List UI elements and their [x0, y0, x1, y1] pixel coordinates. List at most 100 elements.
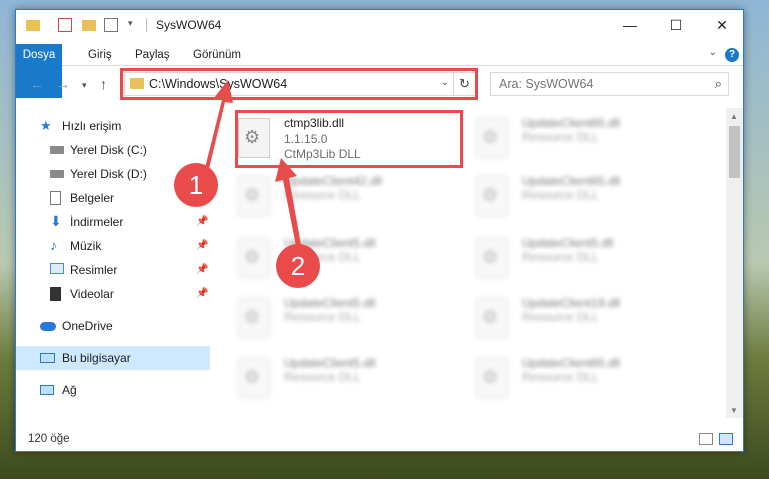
- file-name: UpdateClient5.dll: [522, 236, 614, 250]
- maximize-button[interactable]: ☐: [653, 10, 699, 40]
- file-item[interactable]: UpdateClient19.dll Resource DLL: [450, 292, 680, 346]
- status-bar: 120 öğe: [16, 428, 743, 451]
- sidebar-item-label: Videolar: [70, 287, 114, 301]
- dll-file-icon: [476, 118, 508, 158]
- sidebar-item-onedrive[interactable]: OneDrive: [16, 314, 210, 338]
- sidebar-item-label: Hızlı erişim: [62, 119, 122, 133]
- sidebar-item-label: Yerel Disk (C:): [70, 143, 147, 157]
- dll-file-icon: [476, 358, 508, 398]
- recent-locations-icon[interactable]: ▾: [82, 80, 87, 91]
- quick-access-dropdown-icon[interactable]: ▾: [128, 18, 142, 32]
- drive-icon: [50, 146, 64, 154]
- new-folder-icon[interactable]: [82, 20, 96, 31]
- file-name: UpdateClient42.dll: [284, 174, 383, 188]
- pin-icon[interactable]: 📌: [196, 240, 208, 251]
- file-item[interactable]: UpdateClient65.dll Resource DLL: [450, 170, 680, 224]
- close-button[interactable]: ✕: [699, 10, 743, 40]
- file-description: Resource DLL: [522, 250, 599, 264]
- file-name: UpdateClient19.dll: [522, 296, 621, 310]
- search-input[interactable]: [499, 77, 699, 91]
- tab-share[interactable]: Paylaş: [125, 44, 180, 66]
- sidebar-item-label: Bu bilgisayar: [62, 351, 131, 365]
- file-description: Resource DLL: [522, 188, 599, 202]
- sidebar-item-downloads[interactable]: ⬇ İndirmeler 📌: [16, 210, 210, 234]
- large-icons-view-icon[interactable]: [719, 433, 733, 445]
- minimize-button[interactable]: —: [607, 10, 653, 40]
- sidebar-item-label: Yerel Disk (D:): [70, 167, 147, 181]
- vertical-scrollbar[interactable]: ▲ ▼: [726, 108, 743, 418]
- title-separator: [146, 18, 147, 32]
- file-description: Resource DLL: [522, 310, 599, 324]
- file-description: Resource DLL: [522, 130, 599, 144]
- sidebar-item-pictures[interactable]: Resimler 📌: [16, 258, 210, 282]
- item-count: 120 öğe: [28, 433, 70, 445]
- customize-toolbar-icon[interactable]: [104, 18, 118, 32]
- file-description: Resource DLL: [284, 188, 361, 202]
- download-icon: ⬇: [50, 213, 62, 229]
- dll-file-icon: [238, 176, 270, 216]
- file-item[interactable]: UpdateClient5.dll Resource DLL: [212, 352, 442, 406]
- explorer-window: ▾ SysWOW64 — ☐ ✕ Dosya Giriş Paylaş Görü…: [15, 9, 744, 452]
- drive-icon: [50, 170, 64, 178]
- step-2-badge: 2: [276, 244, 320, 288]
- cloud-icon: [40, 322, 56, 331]
- pin-icon[interactable]: 📌: [196, 264, 208, 275]
- file-item[interactable]: UpdateClient5.dll Resource DLL: [450, 232, 680, 286]
- file-item[interactable]: UpdateClient5.dll Resource DLL: [212, 292, 442, 346]
- step-1-badge: 1: [174, 163, 218, 207]
- file-description: Resource DLL: [284, 310, 361, 324]
- dll-file-icon: [476, 176, 508, 216]
- sidebar-item-label: Ağ: [62, 383, 77, 397]
- sidebar-item-music[interactable]: ♪ Müzik 📌: [16, 234, 210, 258]
- address-highlight-box: [120, 68, 478, 100]
- file-name: UpdateClient65.dll: [522, 174, 621, 188]
- pin-icon[interactable]: 📌: [196, 216, 208, 227]
- scroll-down-icon[interactable]: ▼: [730, 406, 738, 415]
- star-icon: ★: [40, 118, 52, 133]
- help-icon[interactable]: ?: [725, 48, 739, 62]
- folder-icon: [26, 20, 40, 31]
- sidebar-item-label: Resimler: [70, 263, 118, 277]
- ribbon-tabs: Dosya Giriş Paylaş Görünüm: [16, 44, 743, 98]
- file-item[interactable]: UpdateClient42.dll Resource DLL: [212, 170, 442, 224]
- pin-icon[interactable]: 📌: [196, 288, 208, 299]
- pictures-icon: [50, 263, 64, 274]
- scroll-up-icon[interactable]: ▲: [730, 112, 738, 121]
- sidebar-item-network[interactable]: Ağ: [16, 378, 210, 402]
- tab-view[interactable]: Görünüm: [183, 44, 251, 66]
- computer-icon: [40, 353, 55, 363]
- video-icon: [50, 287, 61, 301]
- sidebar-item-local-disk-c[interactable]: Yerel Disk (C:): [16, 138, 210, 162]
- file-description: Resource DLL: [284, 370, 361, 384]
- file-description: Resource DLL: [522, 370, 599, 384]
- scroll-thumb[interactable]: [729, 126, 740, 178]
- music-icon: ♪: [50, 237, 57, 253]
- sidebar-item-quick-access[interactable]: ★ Hızlı erişim: [16, 114, 210, 138]
- tab-home[interactable]: Giriş: [78, 44, 122, 66]
- network-icon: [40, 385, 54, 395]
- sidebar-item-videos[interactable]: Videolar 📌: [16, 282, 210, 306]
- search-icon[interactable]: ⌕: [715, 76, 722, 92]
- file-name: UpdateClient65.dll: [522, 356, 621, 370]
- dll-file-icon: [238, 358, 270, 398]
- expand-ribbon-icon[interactable]: ⌄: [709, 47, 717, 58]
- file-name: UpdateClient5.dll: [284, 356, 376, 370]
- properties-icon[interactable]: [58, 18, 72, 32]
- up-arrow-icon[interactable]: ↑: [100, 76, 107, 92]
- file-item[interactable]: UpdateClient5.dll Resource DLL: [212, 232, 442, 286]
- dll-file-icon: [476, 238, 508, 278]
- back-arrow-icon[interactable]: ←: [30, 76, 44, 92]
- dll-file-icon: [238, 238, 270, 278]
- file-name: UpdateClient5.dll: [284, 296, 376, 310]
- documents-icon: [50, 191, 61, 205]
- details-view-icon[interactable]: [699, 433, 713, 445]
- search-box[interactable]: ⌕: [490, 72, 729, 96]
- sidebar-item-label: Belgeler: [70, 191, 115, 205]
- file-item[interactable]: UpdateClient65.dll Resource DLL: [450, 352, 680, 406]
- sidebar-item-this-pc[interactable]: Bu bilgisayar: [16, 346, 210, 370]
- file-item[interactable]: UpdateClient65.dll Resource DLL: [450, 112, 680, 166]
- dll-file-icon: [238, 298, 270, 338]
- forward-arrow-icon[interactable]: →: [56, 76, 70, 92]
- sidebar-item-label: Müzik: [70, 239, 102, 253]
- file-highlight-box: [235, 110, 463, 168]
